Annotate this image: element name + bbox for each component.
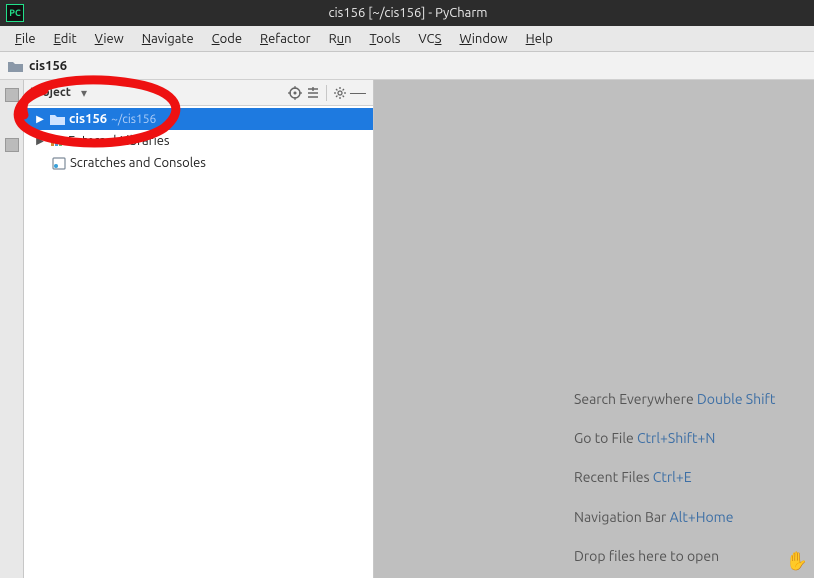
menu-code[interactable]: Code [203, 30, 251, 48]
hint-drop-label: Drop files here to open [574, 548, 719, 564]
menu-edit[interactable]: Edit [45, 30, 86, 48]
folder-icon [50, 113, 65, 125]
breadcrumb-root[interactable]: cis156 [29, 59, 67, 73]
tree-external-libraries-label: External Libraries [68, 134, 170, 148]
tree-root-node[interactable]: ▶ cis156 ~/cis156 [24, 108, 373, 130]
project-tool-window: Project ▾ — ▶ cis156 ~/ci [24, 80, 374, 578]
folder-icon [8, 60, 23, 72]
hint-navbar-shortcut: Alt+Home [670, 509, 734, 525]
editor-area[interactable]: Search Everywhere Double Shift Go to Fil… [374, 80, 814, 578]
tree-root-path: ~/cis156 [111, 113, 156, 126]
tree-scratches-label: Scratches and Consoles [70, 156, 206, 170]
hint-recent-label: Recent Files [574, 469, 650, 485]
tree-external-libraries[interactable]: ▶ External Libraries [24, 130, 373, 152]
menu-run[interactable]: Run [320, 30, 361, 48]
menu-navigate[interactable]: Navigate [133, 30, 203, 48]
window-title: cis156 [~/cis156] - PyCharm [30, 6, 814, 20]
hint-navbar-label: Navigation Bar [574, 509, 666, 525]
library-icon [50, 135, 64, 147]
left-tool-gutter[interactable] [0, 80, 24, 578]
welcome-hints: Search Everywhere Double Shift Go to Fil… [574, 380, 814, 576]
project-tool-title[interactable]: Project [30, 86, 71, 99]
scratches-icon [52, 157, 66, 170]
expand-arrow-icon[interactable]: ▶ [34, 135, 46, 147]
hide-icon[interactable]: — [349, 84, 367, 102]
hand-cursor-icon: ✋ [786, 551, 808, 572]
pycharm-app-icon: PC [6, 4, 24, 22]
gear-icon[interactable] [331, 84, 349, 102]
window-title-bar: PC cis156 [~/cis156] - PyCharm [0, 0, 814, 26]
project-tree[interactable]: ▶ cis156 ~/cis156 ▶ External Libraries S… [24, 106, 373, 176]
project-tool-tab-icon[interactable] [5, 88, 19, 102]
structure-tool-tab-icon[interactable] [5, 138, 19, 152]
navigation-bar[interactable]: cis156 [0, 52, 814, 80]
hint-goto-label: Go to File [574, 430, 634, 446]
tree-scratches[interactable]: Scratches and Consoles [24, 152, 373, 174]
hint-recent-shortcut: Ctrl+E [653, 469, 692, 485]
expand-arrow-icon[interactable]: ▶ [34, 113, 46, 125]
menu-tools[interactable]: Tools [361, 30, 410, 48]
menu-view[interactable]: View [86, 30, 133, 48]
hint-search-shortcut: Double Shift [697, 391, 775, 407]
menu-vcs[interactable]: VCS [409, 30, 450, 48]
project-tool-header: Project ▾ — [24, 80, 373, 106]
locate-icon[interactable] [286, 84, 304, 102]
tree-root-label: cis156 [69, 112, 107, 126]
hint-search-label: Search Everywhere [574, 391, 694, 407]
menu-bar: File Edit View Navigate Code Refactor Ru… [0, 26, 814, 52]
dropdown-icon[interactable]: ▾ [75, 84, 93, 102]
menu-window[interactable]: Window [450, 30, 516, 48]
menu-refactor[interactable]: Refactor [251, 30, 320, 48]
divider [326, 85, 327, 101]
hint-goto-shortcut: Ctrl+Shift+N [637, 430, 715, 446]
menu-file[interactable]: File [6, 30, 45, 48]
collapse-all-icon[interactable] [304, 84, 322, 102]
menu-help[interactable]: Help [517, 30, 562, 48]
